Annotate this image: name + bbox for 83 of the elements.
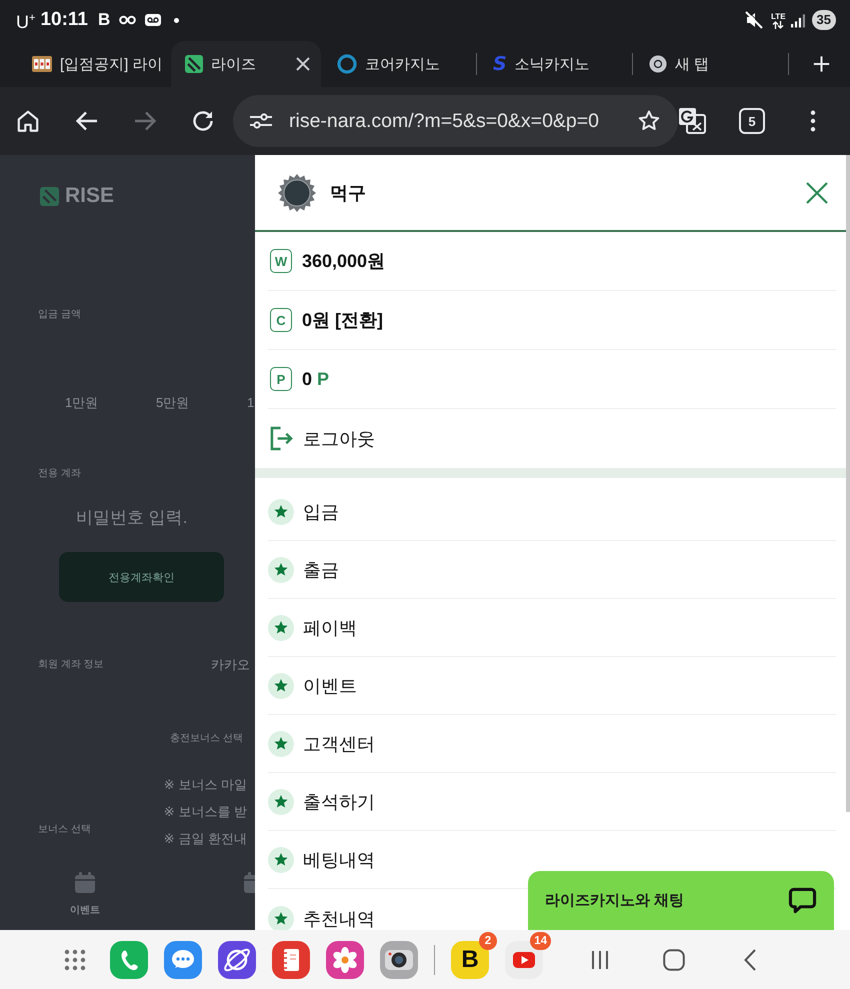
menu-item[interactable]: 출금 — [268, 556, 339, 582]
camera-app-icon[interactable] — [380, 940, 418, 978]
logo-wordmark: RISE — [65, 185, 114, 207]
notebook-app-icon[interactable] — [272, 940, 310, 978]
address-bar[interactable]: rise-nara.com/?m=5&s=0&x=0&p=0 — [233, 95, 678, 147]
back-arrow-icon[interactable] — [75, 109, 99, 133]
browser-tab[interactable]: S 소닉카지노 — [477, 41, 632, 87]
tab-count-button[interactable]: 5 — [739, 108, 765, 134]
currency-badge: W — [270, 249, 292, 273]
phone-app-icon[interactable] — [110, 940, 148, 978]
amount-option[interactable]: 1만원 — [65, 395, 156, 411]
flower-app-icon[interactable] — [326, 940, 364, 978]
browser-icon — [649, 55, 667, 73]
bonus-note: ※ 보너스 마일 — [164, 776, 247, 794]
bookmark-star-icon[interactable] — [637, 109, 661, 133]
amount-option[interactable]: 5만원 — [156, 395, 247, 411]
browser-tab[interactable]: 코어카지노 — [321, 41, 476, 87]
amount-option[interactable]: 1 — [247, 395, 254, 411]
messages-app-icon[interactable] — [164, 940, 202, 978]
member-account-value: 카카오 — [211, 657, 250, 673]
home-icon[interactable] — [15, 108, 41, 134]
plus-icon[interactable] — [813, 54, 830, 74]
dot-icon — [174, 18, 180, 22]
browser-tab[interactable]: [입점공지] 라이 — [16, 41, 171, 87]
account-confirm-button[interactable]: 전용계좌확인 — [59, 552, 224, 602]
data-arrows-icon — [772, 20, 784, 28]
member-account-label: 회원 계좌 정보 — [38, 659, 105, 671]
logout-icon[interactable] — [270, 426, 293, 451]
level-emblem-icon — [277, 172, 317, 212]
menu-icon[interactable] — [810, 110, 816, 132]
apps-grid-icon[interactable] — [64, 948, 86, 970]
planet-app-icon[interactable] — [218, 940, 256, 978]
bonus-note: ※ 금일 환전내 — [164, 830, 247, 848]
menu-item[interactable]: 추천내역 — [268, 906, 375, 930]
account-label: 전용 계좌 — [38, 468, 81, 480]
menu-item[interactable]: 페이백 — [268, 614, 357, 640]
scrollbar-thumb[interactable] — [846, 155, 850, 812]
infinity-icon — [119, 15, 136, 25]
close-icon[interactable] — [295, 56, 311, 72]
notification-icon: B — [98, 11, 110, 29]
balance-value: 360,000원 — [302, 250, 386, 273]
nav-label[interactable]: 이벤트 — [70, 904, 100, 917]
network-type-label: LTE — [771, 12, 786, 20]
carrier-label: U$^{+}$ — [16, 11, 36, 32]
close-icon[interactable] — [806, 182, 828, 204]
home-button-icon[interactable] — [663, 948, 685, 970]
recents-icon[interactable] — [590, 950, 610, 970]
bonus-label: 보너스 선택 — [38, 824, 91, 836]
browser-tab[interactable]: 라이즈 — [171, 41, 321, 87]
bonus-title: 충전보너스 선택 — [170, 733, 243, 745]
notification-count: 2 — [479, 932, 497, 950]
slot-machine-icon — [32, 55, 52, 73]
clock-time: 10:11 — [40, 9, 88, 31]
currency-badge: P — [270, 367, 292, 391]
ring-icon — [337, 54, 357, 74]
menu-item[interactable]: 출석하기 — [268, 788, 375, 814]
bonus-note: ※ 보너스를 받 — [164, 803, 247, 821]
back-icon[interactable] — [744, 948, 756, 970]
browser-tab[interactable]: 새 탭 — [633, 41, 788, 87]
reload-icon[interactable] — [191, 109, 215, 133]
translate-icon[interactable] — [678, 107, 706, 135]
logout-link[interactable]: 로그아웃 — [303, 426, 375, 450]
balance-value: 0원 [전환] — [302, 309, 383, 332]
site-settings-icon[interactable] — [249, 111, 273, 131]
star-icon — [268, 906, 294, 930]
menu-item[interactable]: 입금 — [268, 498, 339, 524]
signal-icon — [790, 12, 805, 28]
chat-button[interactable]: 라이즈카지노와 채팅 — [528, 871, 834, 930]
currency-badge: C — [270, 308, 292, 332]
voicemail-icon — [145, 14, 162, 26]
battery-indicator: 35 — [812, 10, 836, 30]
notification-count: 14 — [530, 932, 551, 950]
menu-item[interactable]: 베팅내역 — [268, 846, 375, 872]
menu-item[interactable]: 이벤트 — [268, 672, 357, 698]
striped-logo-icon — [185, 55, 203, 73]
chat-icon — [788, 887, 817, 914]
logo-icon — [40, 186, 59, 206]
user-name: 먹구 — [330, 182, 367, 204]
menu-item[interactable]: 고객센터 — [268, 730, 375, 756]
mute-icon — [744, 10, 764, 30]
balance-value: 0 P — [302, 368, 330, 390]
deposit-amount-label: 입금 금액 — [38, 309, 81, 321]
letter-logo: S — [493, 54, 507, 74]
